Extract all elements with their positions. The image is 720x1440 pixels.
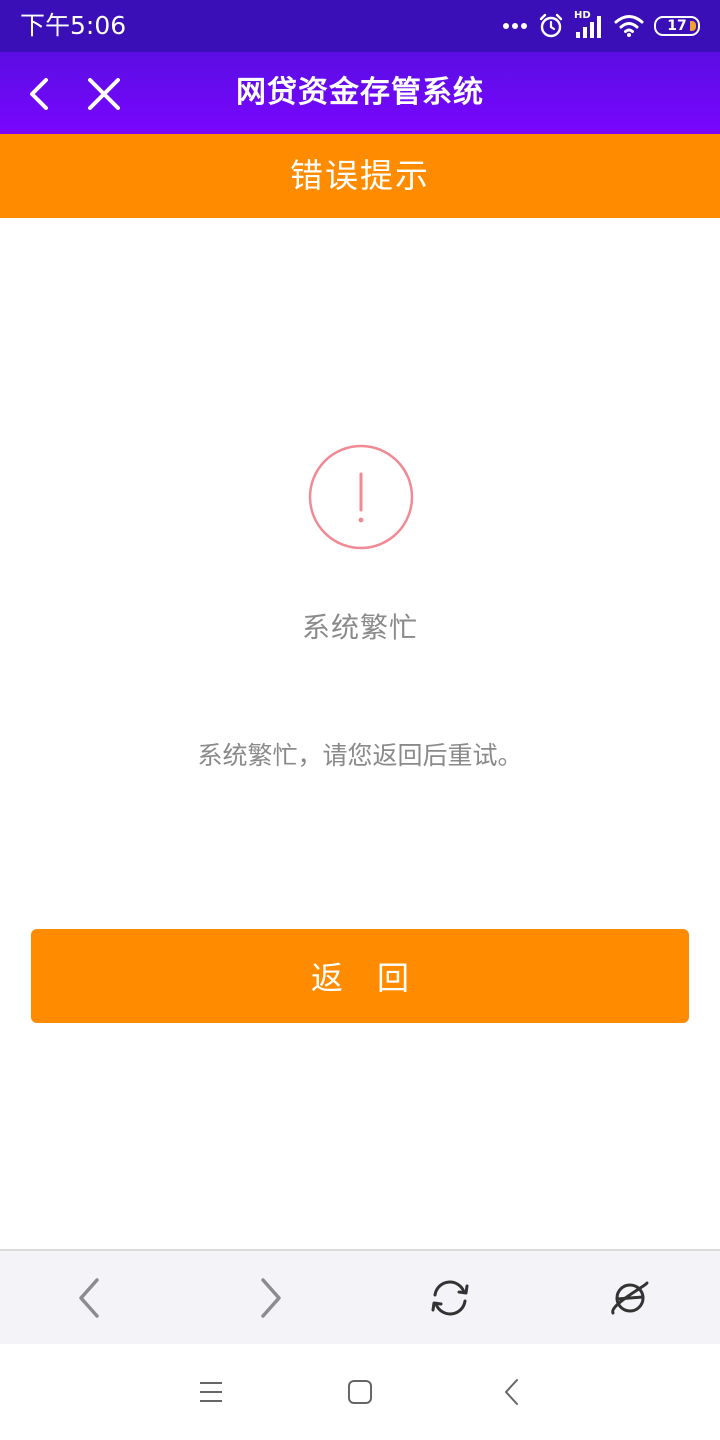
- app-title: 网贷资金存管系统: [236, 75, 484, 110]
- battery-icon: 17: [654, 16, 700, 36]
- more-dots-icon: [503, 23, 527, 29]
- alert-icon: [308, 444, 414, 550]
- browser-planet-icon: [611, 1281, 649, 1315]
- exclamation-circle-icon: [308, 444, 414, 550]
- browser-refresh-button[interactable]: [427, 1275, 473, 1321]
- battery-fill: [690, 21, 696, 31]
- back-icon: [79, 1278, 99, 1318]
- system-back-button[interactable]: [492, 1372, 532, 1412]
- wifi-icon: [614, 15, 644, 37]
- system-nav-bar: [0, 1344, 720, 1440]
- error-message: 系统繁忙，请您返回后重试。: [197, 741, 523, 770]
- error-title: 系统繁忙: [301, 611, 418, 644]
- browser-toolbar: [0, 1249, 720, 1344]
- refresh-icon: [431, 1280, 469, 1316]
- system-menu-button[interactable]: [191, 1372, 231, 1412]
- back-icon: [505, 1379, 518, 1405]
- browser-planet-button[interactable]: [607, 1275, 653, 1321]
- return-button[interactable]: 返回: [31, 929, 689, 1023]
- home-icon: [348, 1380, 372, 1404]
- battery-level: 17: [667, 18, 687, 34]
- status-bar: 下午5:06 HD 17: [0, 0, 720, 52]
- browser-forward-button[interactable]: [247, 1275, 293, 1321]
- system-home-button[interactable]: [340, 1372, 380, 1412]
- browser-back-button[interactable]: [67, 1275, 113, 1321]
- alarm-clock-icon: [539, 13, 563, 38]
- signal-icon: HD: [574, 10, 604, 40]
- forward-icon: [261, 1278, 281, 1318]
- status-time: 下午5:06: [20, 11, 127, 40]
- page-title: 错误提示: [0, 134, 720, 218]
- menu-icon: [200, 1382, 222, 1402]
- status-icons: HD 17: [502, 10, 700, 42]
- title-bar: 网贷资金存管系统: [0, 52, 720, 134]
